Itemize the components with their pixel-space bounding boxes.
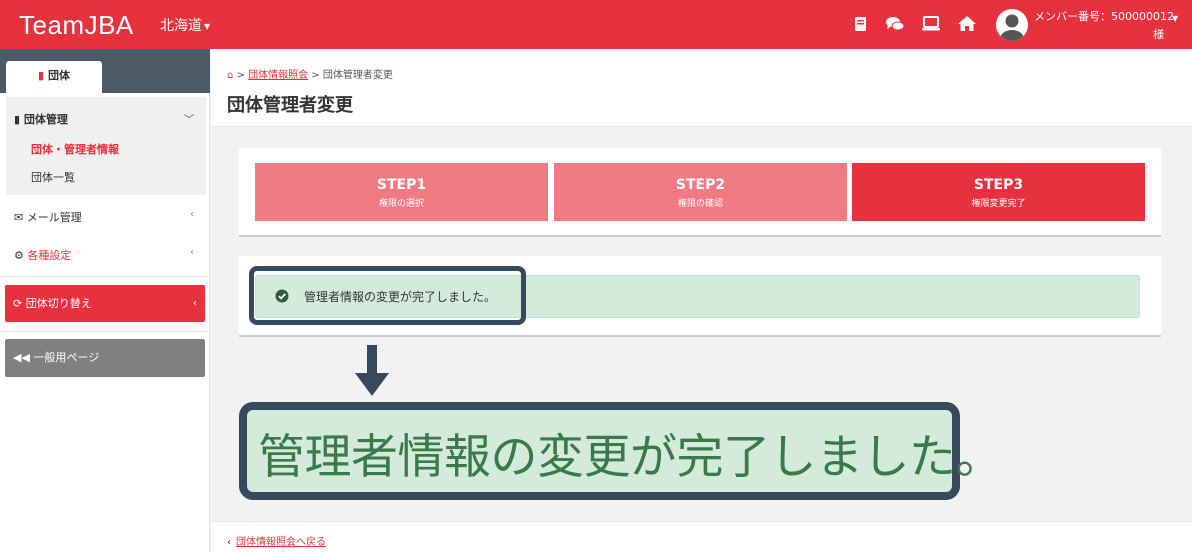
book-icon[interactable] bbox=[851, 14, 871, 34]
chevron-left-icon: ‹ bbox=[193, 298, 197, 309]
chevron-left-icon: ‹ bbox=[190, 247, 194, 258]
sidebar-item-label: 各種設定 bbox=[27, 249, 72, 262]
chevron-down-icon[interactable]: ▼ bbox=[1172, 14, 1178, 23]
step-title: STEP1 bbox=[376, 177, 427, 193]
general-page-label: 一般用ページ bbox=[33, 351, 100, 364]
region-label: 北海道 bbox=[160, 18, 202, 34]
page-header: ⌂ > 団体情報照会 > 団体管理者変更 団体管理者変更 bbox=[211, 49, 1192, 127]
divider bbox=[0, 331, 210, 332]
user-avatar-icon[interactable] bbox=[996, 9, 1028, 41]
page-footer: ‹ 団体情報照会へ戻る bbox=[211, 521, 1192, 552]
switch-group-label: 団体切り替え bbox=[25, 297, 92, 310]
breadcrumb: ⌂ > 団体情報照会 > 団体管理者変更 bbox=[227, 70, 393, 81]
sidebar-item-label: 団体管理 bbox=[23, 113, 68, 126]
back-link[interactable]: 団体情報照会へ戻る bbox=[236, 537, 326, 548]
chat-icon[interactable] bbox=[885, 14, 905, 34]
member-suffix: 様 bbox=[1153, 28, 1164, 41]
backward-icon: ◀◀ bbox=[13, 351, 30, 364]
step-indicator: STEP1 権限の選択 STEP2 権限の確認 STEP3 権限変更完了 bbox=[239, 148, 1161, 237]
divider bbox=[0, 276, 210, 277]
sidebar-subitem-group-list[interactable]: 団体一覧 bbox=[31, 169, 75, 185]
check-circle-icon bbox=[275, 289, 289, 303]
step-subtitle: 権限変更完了 bbox=[971, 199, 1026, 209]
chevron-down-icon: ▼ bbox=[204, 21, 211, 31]
sidebar-item-mail[interactable]: ✉ メール管理 ‹ bbox=[14, 209, 204, 225]
sidebar-subitem-group-admin-info[interactable]: 団体・管理者情報 bbox=[31, 141, 119, 157]
home-icon[interactable] bbox=[957, 14, 977, 34]
home-icon[interactable]: ⌂ bbox=[227, 70, 233, 81]
breadcrumb-link[interactable]: 団体情報照会 bbox=[248, 70, 308, 81]
step-subtitle: 権限の確認 bbox=[677, 199, 723, 209]
sidebar: ▮ 団体 ▮ 団体管理 ﹀ 団体・管理者情報 団体一覧 ✉ メール管理 ‹ ⚙ 各種… bbox=[0, 49, 210, 552]
general-page-button[interactable]: ◀◀ 一般用ページ bbox=[5, 339, 205, 377]
arrow-down-icon bbox=[355, 345, 389, 396]
chevron-left-icon: ‹ bbox=[227, 537, 231, 548]
step-title: STEP2 bbox=[675, 177, 726, 193]
laptop-icon[interactable] bbox=[921, 14, 941, 34]
step-1: STEP1 権限の選択 bbox=[255, 163, 548, 221]
back-link-row: ‹ 団体情報照会へ戻る bbox=[227, 533, 326, 548]
step-subtitle: 権限の選択 bbox=[378, 199, 424, 209]
app-logo[interactable]: TeamJBA bbox=[19, 10, 134, 41]
chevron-down-icon: ﹀ bbox=[184, 115, 194, 126]
sidebar-item-label: メール管理 bbox=[26, 211, 82, 224]
envelope-icon: ✉ bbox=[14, 211, 24, 224]
zoom-callout-text: 管理者情報の変更が完了しました。 bbox=[258, 430, 1003, 485]
page-title: 団体管理者変更 bbox=[227, 95, 353, 116]
gear-icon: ⚙ bbox=[14, 249, 24, 262]
step-3: STEP3 権限変更完了 bbox=[852, 163, 1145, 221]
alert-message: 管理者情報の変更が完了しました。 bbox=[304, 290, 497, 304]
chevron-left-icon: ‹ bbox=[190, 209, 194, 220]
sidebar-tab-label: 団体 bbox=[47, 69, 70, 82]
top-navbar: TeamJBA 北海道 ▼ メンバー番号：500000012 様 ▼ bbox=[0, 0, 1192, 49]
member-number: メンバー番号：500000012 bbox=[1034, 10, 1174, 23]
step-2: STEP2 権限の確認 bbox=[554, 163, 847, 221]
sidebar-item-group-management[interactable]: ▮ 団体管理 ﹀ bbox=[14, 111, 204, 127]
refresh-icon: ⟳ bbox=[13, 297, 23, 310]
building-icon: ▮ bbox=[38, 69, 45, 82]
switch-group-button[interactable]: ⟳ 団体切り替え ‹ bbox=[5, 285, 205, 322]
sidebar-tab-group[interactable]: ▮ 団体 bbox=[6, 61, 102, 93]
step-title: STEP3 bbox=[973, 177, 1024, 193]
sidebar-item-settings[interactable]: ⚙ 各種設定 ‹ bbox=[14, 247, 204, 263]
breadcrumb-current: 団体管理者変更 bbox=[322, 70, 393, 81]
region-dropdown[interactable]: 北海道 ▼ bbox=[160, 15, 210, 35]
sidebar-header: ▮ 団体 bbox=[0, 49, 210, 93]
building-icon: ▮ bbox=[14, 113, 21, 126]
